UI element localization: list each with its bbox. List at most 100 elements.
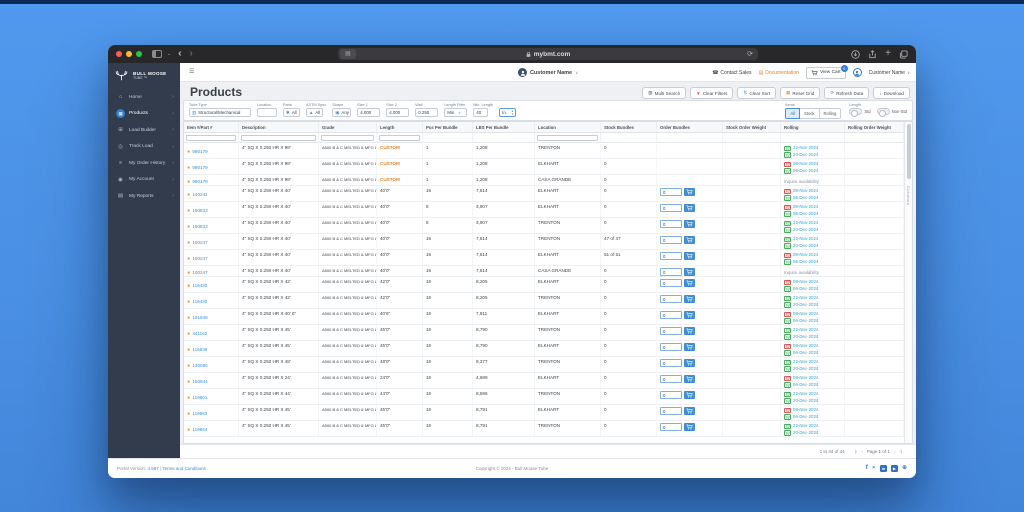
rolling-cart-late-icon[interactable] — [784, 311, 791, 317]
rolling-date-link[interactable]: 06-Dec-2024 — [793, 350, 818, 357]
size-2-input[interactable]: 4.000 — [386, 108, 410, 117]
item-number-link[interactable]: 119864 — [192, 427, 207, 432]
rolling-date-link[interactable]: 06-Dec-2024 — [793, 382, 818, 389]
order-quantity-input[interactable] — [660, 375, 682, 383]
sidebar-item-home[interactable]: ⌂ Home › — [108, 89, 180, 106]
column-header-length[interactable]: Length — [377, 122, 423, 132]
close-window-button[interactable] — [116, 51, 122, 57]
portal-version-link[interactable]: 4.587 — [148, 466, 159, 471]
share-icon[interactable] — [870, 50, 875, 57]
rolling-cart-late-icon[interactable] — [784, 343, 791, 349]
rolling-cart-late-icon[interactable] — [784, 252, 791, 258]
column-filter-input-grade[interactable] — [321, 134, 374, 141]
wall-input[interactable]: 0.250 — [415, 108, 439, 117]
item-number-link[interactable]: 990179 — [192, 179, 207, 184]
sidebar-item-my-order-history[interactable]: ≡ My Order History › — [108, 155, 180, 172]
user-avatar[interactable] — [852, 68, 862, 77]
item-number-link[interactable]: 990179 — [192, 149, 207, 154]
facebook-icon[interactable]: f — [866, 464, 868, 472]
rolling-date-link[interactable]: 20-Dec-2024 — [793, 302, 818, 309]
rolling-cart-available-icon[interactable] — [784, 423, 791, 429]
add-to-cart-button[interactable] — [684, 343, 695, 351]
columns-side-tab[interactable]: Columns — [906, 186, 911, 205]
item-number-link[interactable]: 150844 — [192, 379, 207, 384]
item-number-link[interactable]: 119430 — [192, 283, 207, 288]
sidebar-item-my-account[interactable]: ◉ My Account › — [108, 172, 180, 189]
column-header-sow[interactable]: Stock Order Weight — [723, 122, 781, 132]
order-quantity-input[interactable] — [660, 220, 682, 228]
rolling-cart-available-icon[interactable] — [784, 430, 791, 436]
add-to-cart-button[interactable] — [684, 204, 695, 212]
column-header-stock[interactable]: Stock Bundles — [601, 122, 657, 132]
rolling-cart-available-icon[interactable] — [784, 295, 791, 301]
rolling-date-link[interactable]: 20-Dec-2024 — [793, 334, 818, 341]
rolling-cart-available-icon[interactable] — [784, 391, 791, 397]
rolling-date-link[interactable]: 06-Dec-2024 — [793, 211, 818, 218]
order-quantity-input[interactable] — [660, 391, 682, 399]
clear-sort-button[interactable]: ⇅ Clear Sort — [737, 87, 777, 99]
privacy-shield-icon[interactable]: ▤ — [340, 49, 356, 59]
back-button[interactable]: ‹ — [178, 49, 181, 59]
clear-filters-button[interactable]: ▼ Clear Filters — [690, 87, 734, 99]
rolling-cart-available-icon[interactable] — [784, 152, 791, 158]
add-to-cart-button[interactable] — [684, 327, 695, 335]
contact-sales-link[interactable]: ☎ Contact Sales — [712, 70, 751, 76]
item-number-link[interactable]: 100247 — [192, 256, 207, 261]
add-to-cart-button[interactable] — [684, 375, 695, 383]
rolling-date-link[interactable]: 20-Dec-2024 — [793, 227, 818, 234]
rolling-cart-available-icon[interactable] — [784, 327, 791, 333]
rolling-cart-available-icon[interactable] — [784, 227, 791, 233]
youtube-icon[interactable]: ▶ — [890, 464, 898, 472]
order-quantity-input[interactable] — [660, 407, 682, 415]
terms-link[interactable]: Terms and Conditions — [162, 466, 206, 471]
forward-button[interactable]: › — [190, 49, 193, 59]
items-option-all[interactable]: All — [785, 108, 801, 119]
rolling-date-link[interactable]: 20-Dec-2024 — [793, 430, 818, 437]
item-number-link[interactable]: 119863 — [192, 411, 207, 416]
downloads-icon[interactable] — [852, 50, 860, 58]
min-length-input[interactable]: 40 — [473, 108, 489, 117]
length-filter-input[interactable]: Min ∨ — [444, 108, 468, 117]
order-quantity-input[interactable] — [660, 311, 682, 319]
globe-icon[interactable]: ⊕ — [902, 464, 907, 472]
first-page-button[interactable]: |‹ — [855, 449, 858, 454]
add-to-cart-button[interactable] — [684, 268, 695, 276]
rolling-date-link[interactable]: 20-Dec-2024 — [793, 366, 818, 373]
rolling-date-link[interactable]: 20-Dec-2024 — [793, 152, 818, 159]
column-filter-input-desc[interactable] — [241, 134, 316, 141]
rolling-date-link[interactable]: 06-Dec-2024 — [793, 286, 818, 293]
rolling-cart-available-icon[interactable] — [784, 366, 791, 372]
column-filter-input-item[interactable] — [186, 134, 236, 141]
add-to-cart-button[interactable] — [684, 311, 695, 319]
item-number-link[interactable]: 191948 — [192, 315, 207, 320]
item-number-link[interactable]: 140241 — [192, 192, 207, 197]
item-number-link[interactable]: 119801 — [192, 395, 207, 400]
rolling-cart-available-icon[interactable] — [784, 318, 791, 324]
column-header-pcs[interactable]: Pcs Per Bundle — [423, 122, 473, 132]
rolling-date-link[interactable]: 20-Dec-2024 — [793, 398, 818, 405]
rolling-cart-available-icon[interactable] — [784, 220, 791, 226]
rolling-cart-available-icon[interactable] — [784, 195, 791, 201]
sidebar-item-track-load[interactable]: ◎ Track Load › — [108, 139, 180, 156]
rolling-cart-late-icon[interactable] — [784, 279, 791, 285]
items-option-stock[interactable]: Stock — [800, 108, 820, 119]
sidebar-toggle-icon[interactable] — [152, 50, 162, 58]
rolling-date-link[interactable]: 06-Dec-2024 — [793, 195, 818, 202]
column-header-row_weight[interactable]: Rolling Order Weight — [845, 122, 904, 132]
item-number-link[interactable]: 100247 — [192, 270, 207, 275]
order-quantity-input[interactable] — [660, 295, 682, 303]
rolling-cart-late-icon[interactable] — [784, 204, 791, 210]
documentation-link[interactable]: ▤ Documentation — [759, 70, 799, 76]
add-to-cart-button[interactable] — [684, 391, 695, 399]
item-number-link[interactable]: 130085 — [192, 363, 207, 368]
toggle-switch-icon[interactable] — [849, 108, 863, 117]
order-quantity-input[interactable] — [660, 252, 682, 260]
rolling-cart-available-icon[interactable] — [784, 302, 791, 308]
add-to-cart-button[interactable] — [684, 279, 695, 287]
add-to-cart-button[interactable] — [684, 423, 695, 431]
add-to-cart-button[interactable] — [684, 359, 695, 367]
add-to-cart-button[interactable] — [684, 236, 695, 244]
zoom-window-button[interactable] — [136, 51, 142, 57]
impersonation-selector[interactable]: Customer Name ∨ — [517, 63, 578, 82]
grid-scrollbar[interactable]: Columns — [904, 122, 912, 443]
